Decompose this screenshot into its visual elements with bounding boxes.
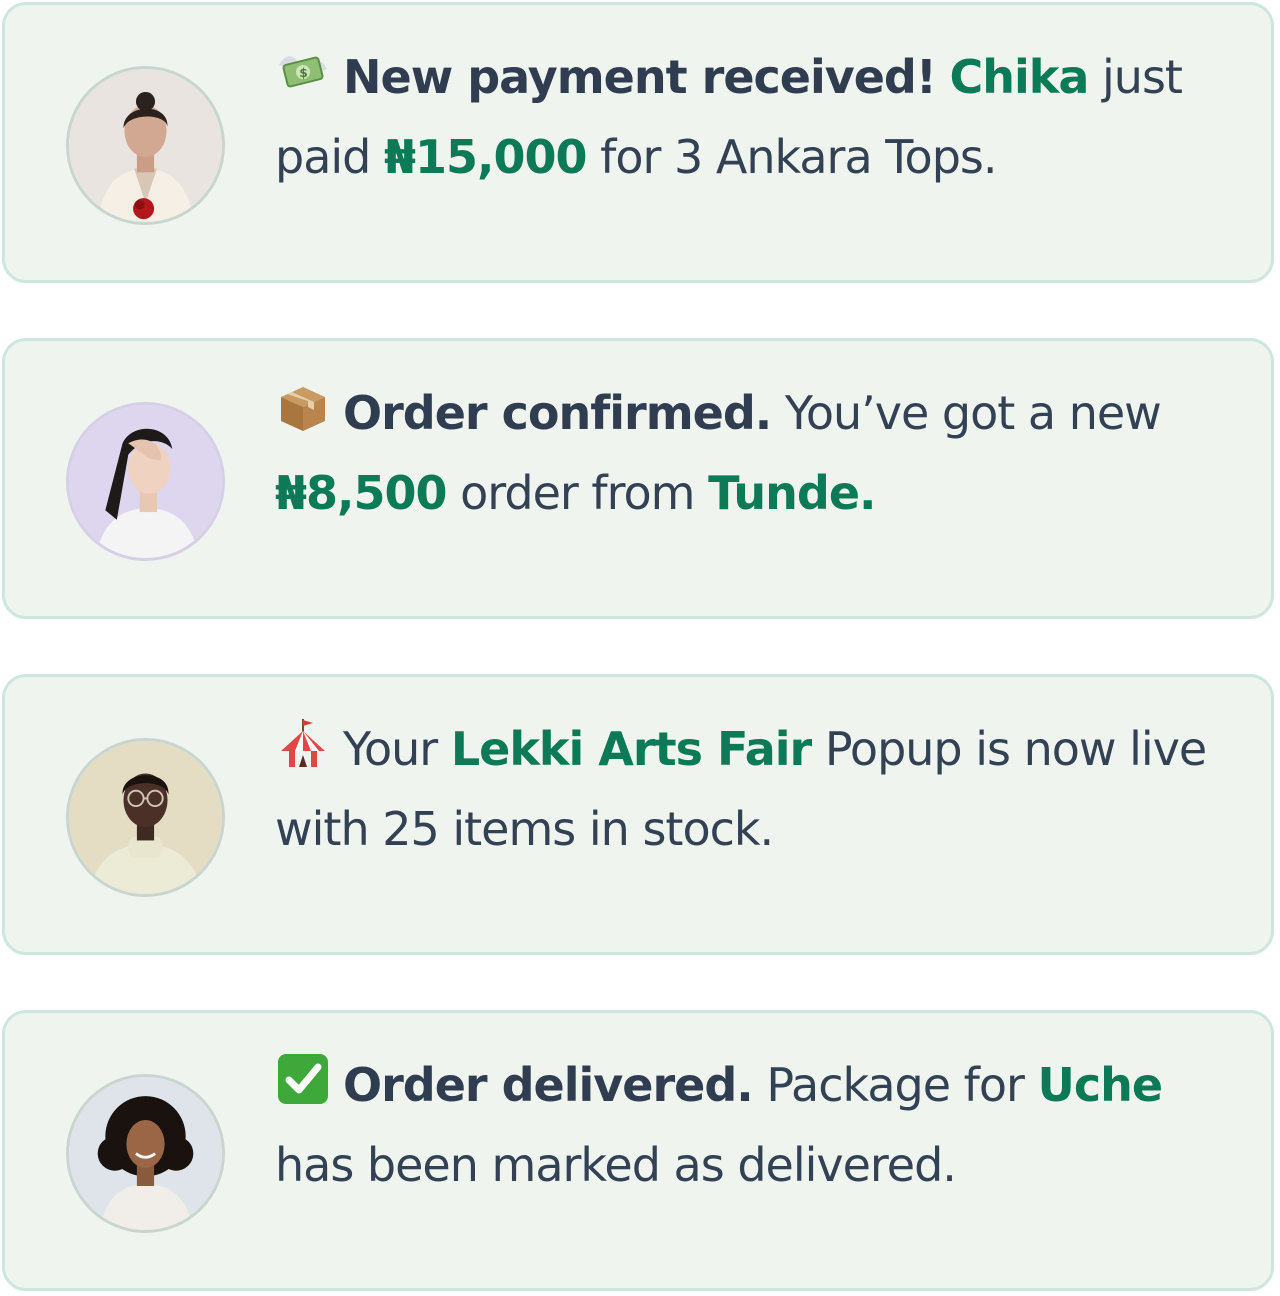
notification-card-popup-live[interactable]: Your Lekki Arts Fair Popup is now live w… (2, 674, 1274, 955)
package-icon (275, 379, 331, 435)
notification-message: $ New payment received! Chika just paid … (275, 37, 1235, 197)
notification-text: for 3 Ankara Tops. (586, 130, 997, 184)
notification-text: has been marked as delivered. (275, 1138, 957, 1192)
notification-message: Your Lekki Arts Fair Popup is now live w… (275, 709, 1235, 869)
notification-title: New payment received! (343, 50, 937, 104)
avatar-woman-blazer (69, 69, 222, 222)
notification-title: Order delivered. (343, 1058, 754, 1112)
money-with-wings-icon: $ (275, 43, 331, 99)
notification-text: Package for (752, 1058, 1038, 1112)
event-name[interactable]: Lekki Arts Fair (451, 722, 812, 776)
notification-message: Order confirmed. You’ve got a new ₦8,500… (275, 373, 1235, 533)
customer-name[interactable]: Tunde. (708, 466, 876, 520)
avatar-man-glasses (69, 741, 222, 894)
payment-amount: ₦15,000 (384, 130, 588, 184)
customer-name[interactable]: Uche (1038, 1058, 1164, 1112)
avatar-woman-curly (69, 1077, 222, 1230)
order-amount: ₦8,500 (275, 466, 448, 520)
notification-title: Order confirmed. (343, 386, 772, 440)
svg-text:$: $ (299, 66, 307, 80)
notification-card-delivered[interactable]: Order delivered. Package for Uche has be… (2, 1010, 1274, 1291)
notification-message: Order delivered. Package for Uche has be… (275, 1045, 1235, 1205)
customer-name[interactable]: Chika (949, 50, 1089, 104)
notification-text: Your (343, 722, 451, 776)
check-mark-button-icon (275, 1051, 331, 1107)
avatar (66, 738, 225, 897)
notification-card-payment[interactable]: $ New payment received! Chika just paid … (2, 2, 1274, 283)
notification-text: You’ve got a new (771, 386, 1162, 440)
notification-card-order-confirmed[interactable]: Order confirmed. You’ve got a new ₦8,500… (2, 338, 1274, 619)
notification-text: order from (446, 466, 709, 520)
avatar-woman-lilac (69, 405, 222, 558)
avatar (66, 402, 225, 561)
circus-tent-icon (275, 715, 331, 771)
avatar (66, 1074, 225, 1233)
avatar (66, 66, 225, 225)
